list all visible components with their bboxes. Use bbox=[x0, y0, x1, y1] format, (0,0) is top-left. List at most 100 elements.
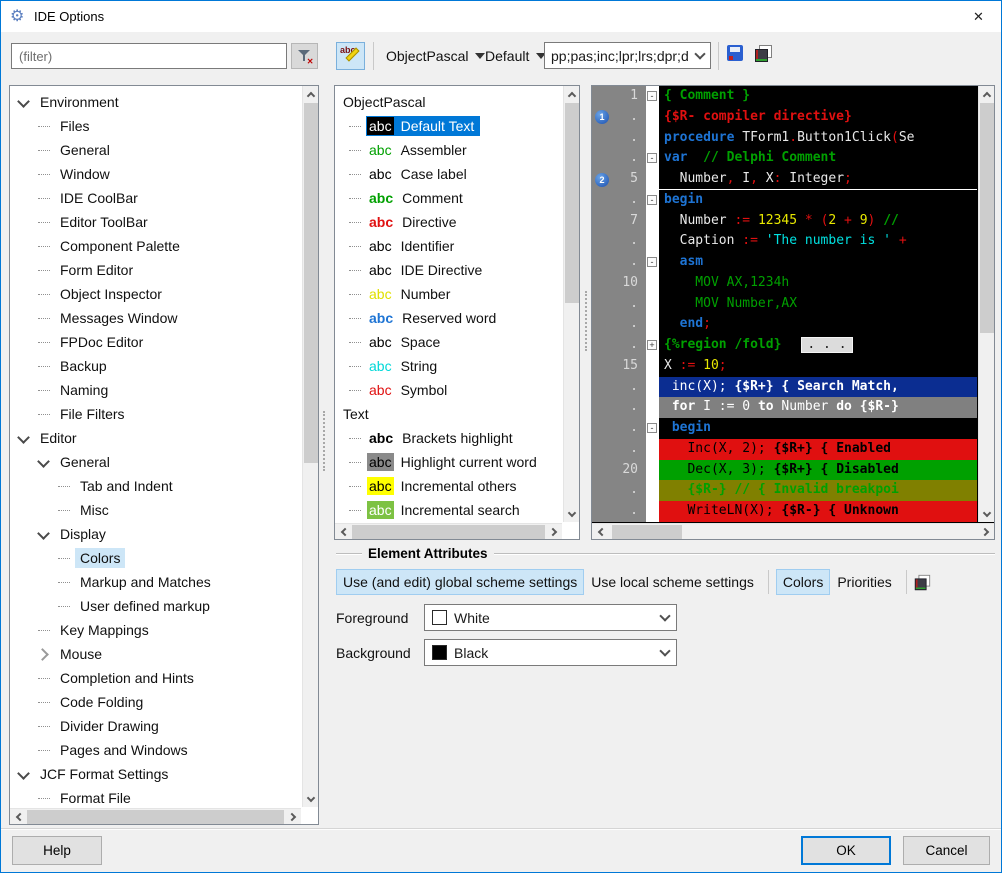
close-icon[interactable]: ✕ bbox=[956, 1, 1001, 32]
tree-item-ide-coolbar[interactable]: IDE CoolBar bbox=[10, 186, 301, 210]
tree-item-object-inspector[interactable]: Object Inspector bbox=[10, 282, 301, 306]
tree-item-display[interactable]: Display bbox=[10, 522, 301, 546]
code-line[interactable]: . Caption := 'The number is ' + bbox=[592, 231, 977, 252]
tree-item-form-editor[interactable]: Form Editor bbox=[10, 258, 301, 282]
code-line[interactable]: . for I := 0 to Number do {$R-} bbox=[592, 397, 977, 418]
tree-item-general[interactable]: General bbox=[10, 450, 301, 474]
scroll-left-icon[interactable] bbox=[10, 809, 26, 825]
tree-item-fpdoc-editor[interactable]: FPDoc Editor bbox=[10, 330, 301, 354]
list-code-splitter[interactable] bbox=[585, 291, 587, 351]
chevron-right-icon[interactable] bbox=[38, 649, 49, 660]
element-item-string[interactable]: abcString bbox=[335, 354, 562, 378]
tree-item-markup-and-matches[interactable]: Markup and Matches bbox=[10, 570, 301, 594]
element-item-case-label[interactable]: abcCase label bbox=[335, 162, 562, 186]
export-scheme-icon[interactable] bbox=[915, 574, 930, 589]
tree-item-editor-toolbar[interactable]: Editor ToolBar bbox=[10, 210, 301, 234]
code-line[interactable]: .-var // Delphi Comment bbox=[592, 148, 977, 169]
code-line[interactable]: . end; bbox=[592, 314, 977, 335]
element-item-directive[interactable]: abcDirective bbox=[335, 210, 562, 234]
scroll-down-icon[interactable] bbox=[564, 506, 580, 522]
tree-item-messages-window[interactable]: Messages Window bbox=[10, 306, 301, 330]
export-scheme-button[interactable] bbox=[755, 45, 772, 62]
tree-item-colors[interactable]: Colors bbox=[10, 546, 301, 570]
code-line[interactable]: . {$R-} // { Invalid breakpoi bbox=[592, 480, 977, 501]
fold-collapse-icon[interactable]: - bbox=[647, 91, 657, 101]
code-horizontal-scrollbar[interactable] bbox=[592, 523, 994, 539]
fold-expand-icon[interactable]: + bbox=[647, 340, 657, 350]
foreground-select[interactable]: White bbox=[424, 604, 677, 631]
code-line[interactable]: .1{$R- compiler directive} bbox=[592, 107, 977, 128]
tree-item-editor[interactable]: Editor bbox=[10, 426, 301, 450]
code-line[interactable]: 7 Number := 12345 * (2 + 9) // bbox=[592, 211, 977, 232]
code-line[interactable]: . Inc(X, 2); {$R+} { Enabled bbox=[592, 439, 977, 460]
chevron-down-icon[interactable] bbox=[18, 97, 29, 108]
help-button[interactable]: Help bbox=[12, 836, 102, 865]
chevron-down-icon[interactable] bbox=[18, 433, 29, 444]
fold-collapse-icon[interactable]: - bbox=[647, 423, 657, 433]
code-line[interactable]: 20 Dec(X, 3); {$R+} { Disabled bbox=[592, 460, 977, 481]
scroll-right-icon[interactable] bbox=[546, 524, 562, 540]
code-line[interactable]: .-begin bbox=[592, 190, 977, 211]
code-line[interactable]: . inc(X); {$R+} { Search Match, bbox=[592, 377, 977, 398]
scroll-up-icon[interactable] bbox=[303, 86, 319, 102]
scheme-dropdown[interactable]: Default bbox=[485, 43, 546, 69]
tree-item-naming[interactable]: Naming bbox=[10, 378, 301, 402]
code-line[interactable]: 10 MOV AX,1234h bbox=[592, 273, 977, 294]
filter-input[interactable]: (filter) bbox=[11, 43, 287, 69]
scroll-right-icon[interactable] bbox=[978, 524, 994, 540]
element-item-comment[interactable]: abcComment bbox=[335, 186, 562, 210]
scroll-left-icon[interactable] bbox=[335, 524, 351, 540]
code-line[interactable]: 15X := 10; bbox=[592, 356, 977, 377]
tree-item-general[interactable]: General bbox=[10, 138, 301, 162]
fold-collapse-icon[interactable]: - bbox=[647, 195, 657, 205]
element-item-incremental-search[interactable]: abcIncremental search bbox=[335, 498, 562, 522]
tree-item-files[interactable]: Files bbox=[10, 114, 301, 138]
code-line[interactable]: .- begin bbox=[592, 418, 977, 439]
list-vertical-scrollbar[interactable] bbox=[563, 86, 579, 522]
tree-item-environment[interactable]: Environment bbox=[10, 90, 301, 114]
tree-item-key-mappings[interactable]: Key Mappings bbox=[10, 618, 301, 642]
tree-item-file-filters[interactable]: File Filters bbox=[10, 402, 301, 426]
tree-item-backup[interactable]: Backup bbox=[10, 354, 301, 378]
element-item-identifier[interactable]: abcIdentifier bbox=[335, 234, 562, 258]
ok-button[interactable]: OK bbox=[801, 836, 891, 865]
element-item-incremental-others[interactable]: abcIncremental others bbox=[335, 474, 562, 498]
code-line[interactable]: .procedure TForm1.Button1Click(Se bbox=[592, 128, 977, 149]
code-preview[interactable]: 1-{ Comment }.1{$R- compiler directive}.… bbox=[592, 86, 977, 522]
tree-item-misc[interactable]: Misc bbox=[10, 498, 301, 522]
list-horizontal-scrollbar[interactable] bbox=[335, 523, 562, 539]
tree-item-completion-and-hints[interactable]: Completion and Hints bbox=[10, 666, 301, 690]
element-item-reserved-word[interactable]: abcReserved word bbox=[335, 306, 562, 330]
code-line[interactable]: . WriteLN(X); {$R-} { Unknown bbox=[592, 501, 977, 522]
fold-collapse-icon[interactable]: - bbox=[647, 153, 657, 163]
scheme-toggle-use-and-edit-global-scheme-settings[interactable]: Use (and edit) global scheme settings bbox=[336, 569, 584, 595]
chevron-down-icon[interactable] bbox=[38, 457, 49, 468]
scheme-toggle-use-local-scheme-settings[interactable]: Use local scheme settings bbox=[584, 569, 761, 595]
save-scheme-button[interactable] bbox=[727, 45, 743, 61]
element-item-assembler[interactable]: abcAssembler bbox=[335, 138, 562, 162]
tree-horizontal-scrollbar[interactable] bbox=[10, 808, 301, 824]
tree-item-code-folding[interactable]: Code Folding bbox=[10, 690, 301, 714]
scroll-up-icon[interactable] bbox=[564, 86, 580, 102]
background-select[interactable]: Black bbox=[424, 639, 677, 666]
code-line[interactable]: .- asm bbox=[592, 252, 977, 273]
code-line[interactable]: . MOV Number,AX bbox=[592, 294, 977, 315]
cancel-button[interactable]: Cancel bbox=[903, 836, 990, 865]
tree-item-mouse[interactable]: Mouse bbox=[10, 642, 301, 666]
color-scheme-toggle-button[interactable]: abc bbox=[336, 42, 365, 70]
file-extensions-combo[interactable]: pp;pas;inc;lpr;lrs;dpr;d bbox=[544, 42, 711, 69]
clear-filter-button[interactable]: ✕ bbox=[291, 43, 318, 69]
tab-colors[interactable]: Colors bbox=[776, 569, 830, 595]
tree-item-pages-and-windows[interactable]: Pages and Windows bbox=[10, 738, 301, 762]
tree-vertical-scrollbar[interactable] bbox=[302, 86, 318, 807]
chevron-down-icon[interactable] bbox=[18, 769, 29, 780]
tree-item-divider-drawing[interactable]: Divider Drawing bbox=[10, 714, 301, 738]
tree-item-jcf-format-settings[interactable]: JCF Format Settings bbox=[10, 762, 301, 786]
scroll-down-icon[interactable] bbox=[979, 506, 995, 522]
language-dropdown[interactable]: ObjectPascal bbox=[386, 43, 485, 69]
tree-item-user-defined-markup[interactable]: User defined markup bbox=[10, 594, 301, 618]
scroll-down-icon[interactable] bbox=[303, 791, 319, 807]
tab-priorities[interactable]: Priorities bbox=[830, 569, 898, 595]
code-line[interactable]: .+{%region /fold}. . . bbox=[592, 335, 977, 356]
scroll-right-icon[interactable] bbox=[285, 809, 301, 825]
